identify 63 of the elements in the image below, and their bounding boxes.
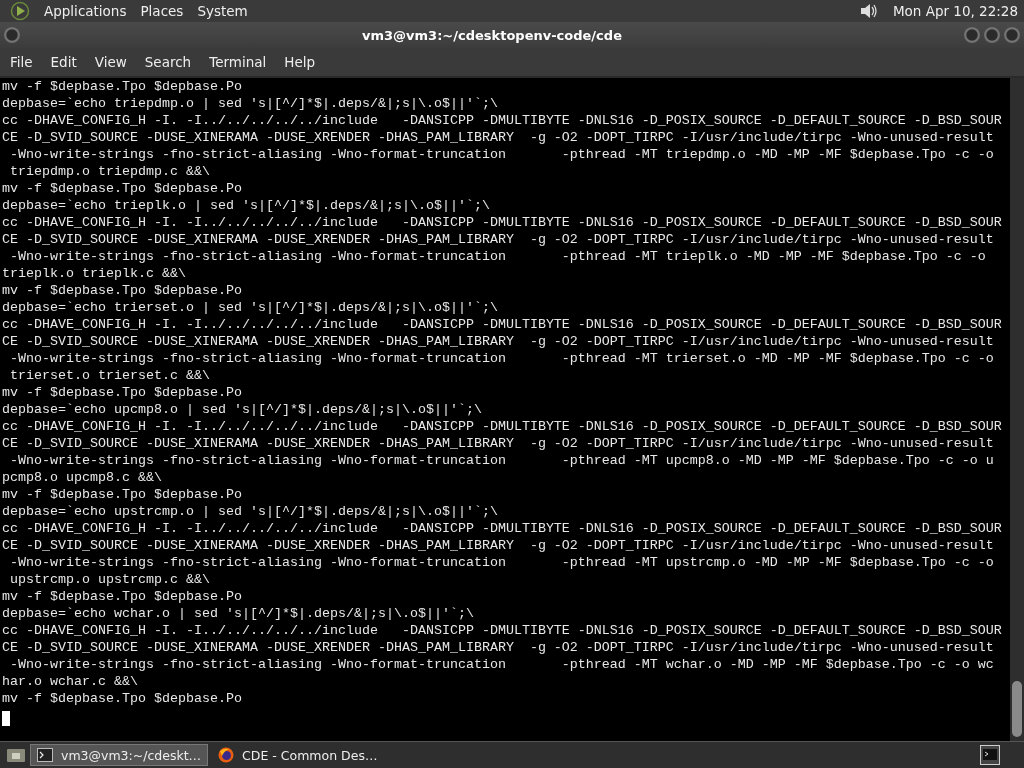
terminal-line: -Wno-write-strings -fno-strict-aliasing -Wno-format-truncation -pthread -MT triepdmp.o -MD -MP -MF $depbase.Tpo -c -o xyxy=(9,146,995,163)
terminal-line: depbase=`echo upstrcmp.o | sed 's|[^/]*$|.deps/&|;s|\.o$||'`;\ xyxy=(2,503,499,520)
play-icon[interactable] xyxy=(10,1,30,21)
window-title: vm3@vm3:~/cdesktopenv-code/cde xyxy=(361,27,623,43)
terminal-line: -Wno-write-strings -fno-strict-aliasing -Wno-format-truncation -pthread -MT upstrcmp.o -MD -MP -MF $depbase.Tpo -c -o xyxy=(9,554,995,571)
taskbar-button[interactable]: CDE - Common Des… xyxy=(212,744,384,766)
terminal-line: CE -D_SVID_SOURCE -DUSE_XINERAMA -DUSE_XRENDER -DHAS_PAM_LIBRARY -g -O2 -DOPT_TIRPC -I/usr/include/tirpc -Wno-unused-result xyxy=(2,231,995,248)
terminal-line: mv -f $depbase.Tpo $depbase.Po xyxy=(2,588,243,605)
menu-item[interactable]: Search xyxy=(138,52,198,72)
maximize-button[interactable] xyxy=(984,27,1000,43)
scrollbar[interactable] xyxy=(1010,78,1024,741)
speaker-icon[interactable] xyxy=(858,1,879,21)
menu-item[interactable]: File xyxy=(4,52,39,72)
menu-item[interactable]: View xyxy=(88,52,133,72)
terminal-line: pcmp8.o upcmp8.c &&\ xyxy=(2,469,163,486)
terminal-line: har.o wchar.c &&\ xyxy=(2,673,139,690)
terminal-line: cc -DHAVE_CONFIG_H -I. -I../../../../../include -DANSICPP -DMULTIBYTE -DNLS16 -D_POSIX_SOURCE -D_DEFAULT_SOURCE -D_BSD_SOUR xyxy=(2,418,1003,435)
terminal-line: mv -f $depbase.Tpo $depbase.Po xyxy=(2,384,243,401)
terminal-line: cc -DHAVE_CONFIG_H -I. -I../../../../../include -DANSICPP -DMULTIBYTE -DNLS16 -D_POSIX_SOURCE -D_DEFAULT_SOURCE -D_BSD_SOUR xyxy=(2,112,1003,129)
terminal-line: -Wno-write-strings -fno-strict-aliasing -Wno-format-truncation -pthread -MT trierset.o -MD -MP -MF $depbase.Tpo -c -o xyxy=(9,350,995,367)
panel-menu[interactable]: Applications xyxy=(44,3,127,19)
terminal-line: cc -DHAVE_CONFIG_H -I. -I../../../../../include -DANSICPP -DMULTIBYTE -DNLS16 -D_POSIX_SOURCE -D_DEFAULT_SOURCE -D_BSD_SOUR xyxy=(2,316,1003,333)
terminal-line: CE -D_SVID_SOURCE -DUSE_XINERAMA -DUSE_XRENDER -DHAS_PAM_LIBRARY -g -O2 -DOPT_TIRPC -I/usr/include/tirpc -Wno-unused-result xyxy=(2,435,995,452)
terminal-line: upstrcmp.o upstrcmp.c &&\ xyxy=(9,571,211,588)
terminal-line: mv -f $depbase.Tpo $depbase.Po xyxy=(2,282,243,299)
desktop-icon[interactable] xyxy=(6,746,26,764)
terminal-line: depbase=`echo upcmp8.o | sed 's|[^/]*$|.deps/&|;s|\.o$||'`;\ xyxy=(2,401,483,418)
menu-item[interactable]: Terminal xyxy=(203,52,273,72)
terminal-line: CE -D_SVID_SOURCE -DUSE_XINERAMA -DUSE_XRENDER -DHAS_PAM_LIBRARY -g -O2 -DOPT_TIRPC -I/usr/include/tirpc -Wno-unused-result xyxy=(2,129,995,146)
scrollbar-thumb[interactable] xyxy=(1012,681,1022,737)
terminal-line: mv -f $depbase.Tpo $depbase.Po xyxy=(2,78,243,95)
taskbar-button[interactable]: vm3@vm3:~/cdeskt… xyxy=(30,744,209,766)
window-menu-icon[interactable] xyxy=(4,27,20,43)
panel-menu[interactable]: Places xyxy=(140,3,184,19)
terminal-line: mv -f $depbase.Tpo $depbase.Po xyxy=(2,690,243,707)
terminal-line: mv -f $depbase.Tpo $depbase.Po xyxy=(2,180,243,197)
minimize-button[interactable] xyxy=(964,27,980,43)
terminal-line: depbase=`echo triepdmp.o | sed 's|[^/]*$|.deps/&|;s|\.o$||'`;\ xyxy=(2,95,499,112)
terminal-icon xyxy=(37,748,53,762)
menu-item[interactable]: Edit xyxy=(44,52,83,72)
terminal-line: cc -DHAVE_CONFIG_H -I. -I../../../../../include -DANSICPP -DMULTIBYTE -DNLS16 -D_POSIX_SOURCE -D_DEFAULT_SOURCE -D_BSD_SOUR xyxy=(2,214,1003,231)
terminal-line: CE -D_SVID_SOURCE -DUSE_XINERAMA -DUSE_XRENDER -DHAS_PAM_LIBRARY -g -O2 -DOPT_TIRPC -I/usr/include/tirpc -Wno-unused-result xyxy=(2,333,995,350)
terminal-line: trierset.o trierset.c &&\ xyxy=(9,367,211,384)
close-button[interactable] xyxy=(1004,27,1020,43)
text-cursor xyxy=(2,711,10,726)
panel-menu[interactable]: System xyxy=(197,3,248,19)
terminal-line: cc -DHAVE_CONFIG_H -I. -I../../../../../include -DANSICPP -DMULTIBYTE -DNLS16 -D_POSIX_SOURCE -D_DEFAULT_SOURCE -D_BSD_SOUR xyxy=(2,622,1003,639)
terminal-line: CE -D_SVID_SOURCE -DUSE_XINERAMA -DUSE_XRENDER -DHAS_PAM_LIBRARY -g -O2 -DOPT_TIRPC -I/usr/include/tirpc -Wno-unused-result xyxy=(2,537,995,554)
menu-item[interactable]: Help xyxy=(278,52,322,72)
terminal-line: triepdmp.o triepdmp.c &&\ xyxy=(9,163,211,180)
terminal-line: depbase=`echo trieplk.o | sed 's|[^/]*$|.deps/&|;s|\.o$||'`;\ xyxy=(2,197,491,214)
globe-icon xyxy=(218,747,235,763)
terminal-line: -Wno-write-strings -fno-strict-aliasing -Wno-format-truncation -pthread -MT wchar.o -MD -MP -MF $depbase.Tpo -c -o wc xyxy=(9,656,995,673)
terminal-line: depbase=`echo wchar.o | sed 's|[^/]*$|.deps/&|;s|\.o$||'`;\ xyxy=(2,605,475,622)
terminal-line: depbase=`echo trierset.o | sed 's|[^/]*$|.deps/&|;s|\.o$||'`;\ xyxy=(2,299,499,316)
terminal-line: -Wno-write-strings -fno-strict-aliasing -Wno-format-truncation -pthread -MT trieplk.o -MD -MP -MF $depbase.Tpo -c -o xyxy=(9,248,987,265)
terminal-line: CE -D_SVID_SOURCE -DUSE_XINERAMA -DUSE_XRENDER -DHAS_PAM_LIBRARY -g -O2 -DOPT_TIRPC -I/usr/include/tirpc -Wno-unused-result xyxy=(2,639,995,656)
terminal-icon[interactable] xyxy=(980,745,1000,765)
terminal-line: trieplk.o trieplk.c &&\ xyxy=(2,265,187,282)
clock[interactable]: Mon Apr 10, 22:28 xyxy=(892,3,1018,19)
terminal-line: cc -DHAVE_CONFIG_H -I. -I../../../../../include -DANSICPP -DMULTIBYTE -DNLS16 -D_POSIX_SOURCE -D_DEFAULT_SOURCE -D_BSD_SOUR xyxy=(2,520,1003,537)
terminal-line: -Wno-write-strings -fno-strict-aliasing -Wno-format-truncation -pthread -MT upcmp8.o -MD -MP -MF $depbase.Tpo -c -o u xyxy=(9,452,995,469)
terminal-line: mv -f $depbase.Tpo $depbase.Po xyxy=(2,486,243,503)
